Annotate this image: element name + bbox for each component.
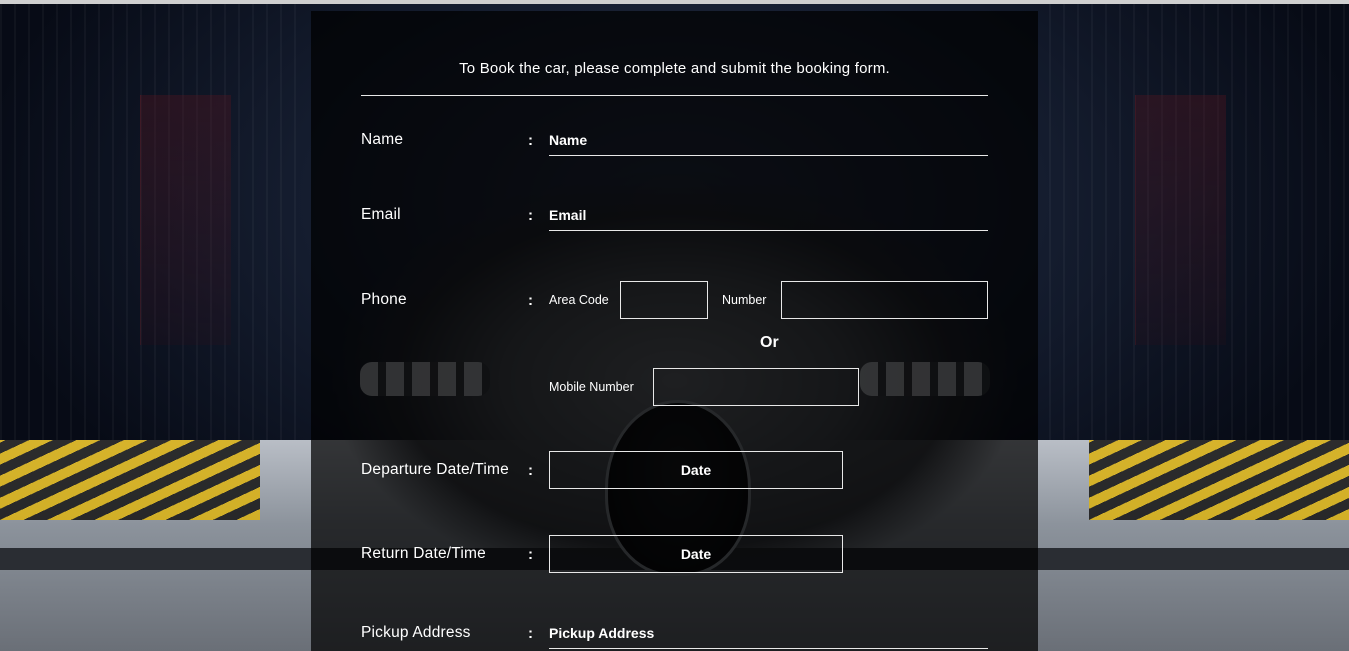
departure-colon: : [528, 462, 533, 479]
departure-date-button[interactable]: Date [549, 451, 843, 489]
number-label: Number [722, 293, 767, 307]
phone-number-input[interactable] [781, 281, 988, 319]
pickup-address-input[interactable] [549, 618, 988, 649]
name-label: Name [361, 131, 404, 148]
phone-colon: : [528, 292, 533, 309]
pickup-label: Pickup Address [361, 624, 471, 641]
name-colon: : [528, 132, 533, 149]
intro-divider [361, 95, 988, 96]
return-colon: : [528, 546, 533, 563]
mobile-number-input[interactable] [653, 368, 859, 406]
phone-label: Phone [361, 291, 407, 308]
email-input[interactable] [549, 200, 988, 231]
return-label: Return Date/Time [361, 545, 486, 562]
return-date-button[interactable]: Date [549, 535, 843, 573]
area-code-label: Area Code [549, 293, 609, 307]
name-input[interactable] [549, 125, 988, 156]
mobile-number-label: Mobile Number [549, 380, 634, 394]
area-code-input[interactable] [620, 281, 708, 319]
or-separator: Or [760, 334, 779, 351]
red-panel-right [1135, 95, 1226, 345]
booking-form-panel: To Book the car, please complete and sub… [311, 11, 1038, 651]
form-intro-text: To Book the car, please complete and sub… [459, 60, 890, 77]
email-label: Email [361, 206, 401, 223]
email-colon: : [528, 207, 533, 224]
pickup-colon: : [528, 625, 533, 642]
hazard-stripe-left [0, 440, 260, 520]
departure-label: Departure Date/Time [361, 461, 509, 478]
red-panel-left [140, 95, 231, 345]
hazard-stripe-right [1089, 440, 1349, 520]
